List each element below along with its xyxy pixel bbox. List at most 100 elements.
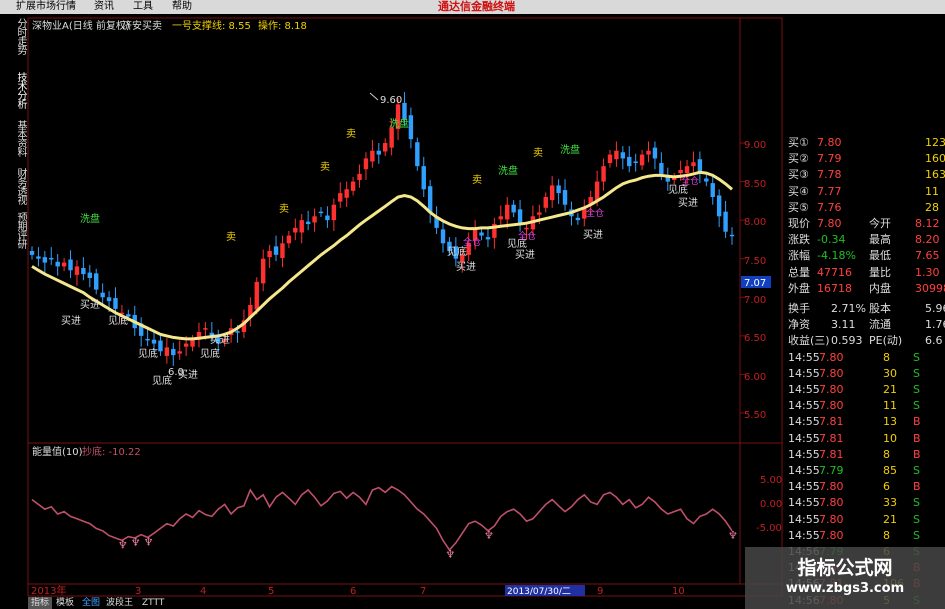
candle-body [61, 262, 67, 267]
price-tick-8-5: 8.50 [744, 179, 766, 190]
tick-time: 14:55 [788, 512, 820, 526]
tick-side: S [913, 383, 920, 396]
tick-row: 14:55 7.80 30 S [785, 366, 945, 382]
full-position-signal: 全仓 [681, 175, 699, 187]
tick-row: 14:55 7.80 33 S [785, 495, 945, 511]
candle-body [517, 209, 523, 224]
date-label-year: 2013年 [31, 584, 66, 597]
bottom-tab-full[interactable]: 全图 [82, 597, 100, 609]
tick-price: 7.80 [819, 528, 844, 542]
bottom-tab-indicator[interactable]: 指标 [28, 597, 53, 609]
tick-time: 14:55 [788, 447, 820, 461]
candle-body [684, 166, 690, 174]
sell-signal: 卖 [533, 147, 543, 159]
stat-label: 总量 [788, 265, 810, 279]
watermark-title: 指标公式网 [797, 557, 893, 579]
ma-line [31, 170, 733, 341]
candle-body [203, 328, 208, 330]
candle-body [389, 127, 394, 148]
tick-volume: 13 [883, 415, 897, 429]
tick-side: B [913, 480, 921, 494]
current-price-tick: 7.07 [744, 278, 766, 289]
stat-row: 涨跌 -0.34 最高 8.20 [785, 232, 945, 248]
tick-side: S [913, 464, 920, 477]
stat-label: 量比 [869, 265, 891, 279]
tick-row: 14:55 7.81 8 B [785, 447, 945, 463]
candle-body [113, 298, 118, 309]
buy-signal: 买进 [515, 249, 535, 261]
tick-price: 7.80 [819, 350, 844, 364]
tick-row: 14:55 7.81 10 B [785, 431, 945, 447]
bid-label: 买② [788, 152, 809, 166]
stat-row: 净资 3.11 流通 1.76亿 [785, 317, 945, 333]
tick-side: B [913, 415, 921, 429]
tick-price: 7.80 [819, 480, 844, 494]
tick-price: 7.80 [819, 366, 844, 380]
stat-label: 换手 [788, 302, 810, 315]
tick-row: 14:55 7.79 85 S [785, 463, 945, 479]
bid-volume: 160 [925, 152, 945, 166]
candle-body [55, 261, 60, 267]
candle-body [363, 158, 369, 170]
stat-value: -4.18% [817, 249, 856, 263]
operation-label: 操作: 8.18 [258, 19, 307, 32]
stat-row: 总量 47716 量比 1.30 [785, 265, 945, 281]
tick-volume: 85 [883, 464, 897, 477]
buy-signal: 买进 [456, 261, 476, 273]
full-position-signal: 全仓 [518, 230, 536, 242]
candle-body [293, 227, 298, 233]
date-label-apr: 4 [200, 586, 206, 597]
stat-label: 收益(三) [788, 334, 830, 348]
tick-volume: 10 [883, 431, 897, 445]
candle-body [691, 162, 696, 167]
bottom-tab-wave[interactable]: 波段王 [106, 597, 133, 609]
wash-label: 洗盘 [560, 143, 580, 156]
date-label-may: 5 [268, 586, 274, 597]
tick-price: 7.81 [819, 431, 844, 445]
price-axis: 9.00 8.50 8.00 7.50 7.07 7.00 6.50 6.00 … [741, 140, 771, 421]
candle-body [627, 156, 632, 167]
bottom-tab-zttt[interactable]: ZTTT [142, 597, 164, 609]
candle-body [42, 257, 48, 263]
energy-bottom-marker: ♆ [118, 538, 128, 551]
tick-row: 14:55 7.81 13 B [785, 414, 945, 430]
price-tick-8: 8.00 [744, 217, 766, 228]
bid-row: 买⑤ 7.76 28 [785, 200, 945, 216]
stat-value: 8.20 [915, 233, 940, 247]
tick-time: 14:55 [788, 350, 820, 364]
stat-value: 30998 [915, 281, 945, 295]
candle-body [723, 211, 728, 232]
stat-label: 涨幅 [788, 249, 810, 263]
candle-body [370, 150, 375, 162]
candle-body [171, 348, 176, 356]
quote-panel: 买① 7.80 123 买② 7.79 160 买③ 7.78 163 买④ 7.77 11 买⑤ 7.7… [785, 135, 945, 607]
tick-volume: 8 [883, 528, 890, 542]
candle-body [29, 251, 35, 255]
stat-label: 最低 [869, 249, 891, 263]
candle-body [543, 197, 548, 208]
bid-volume: 163 [925, 168, 945, 182]
candle-body [273, 246, 279, 255]
bottom-tab-template[interactable]: 模板 [56, 597, 74, 609]
candle-body [280, 243, 285, 258]
candle-body [338, 193, 343, 202]
bid-price: 7.76 [817, 200, 842, 214]
bid-label: 买③ [788, 168, 809, 182]
stat-row: 外盘 16718 内盘 30998 [785, 281, 945, 297]
tick-row: 14:55 7.80 8 S [785, 528, 945, 544]
tick-volume: 30 [883, 366, 897, 380]
stat-row: 现价 7.80 今开 8.12 [785, 216, 945, 232]
bid-price: 7.80 [817, 136, 842, 149]
price-tick-6: 6.00 [744, 372, 766, 383]
tick-side: S [913, 512, 920, 526]
candle-body [646, 150, 651, 155]
candle-body [729, 234, 735, 237]
candle-body [357, 173, 362, 181]
date-label-sep: 9 [597, 586, 603, 597]
candle-body [318, 211, 324, 214]
candle-body [151, 339, 157, 344]
candle-body [408, 115, 414, 140]
candle-body [325, 215, 330, 221]
buy-signal: 买进 [178, 369, 198, 381]
bid-row: 买① 7.80 123 [785, 135, 945, 151]
